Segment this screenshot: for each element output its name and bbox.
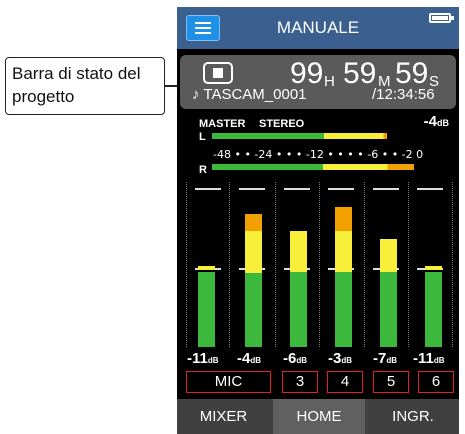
- project-name: ♪ TASCAM_0001: [192, 86, 307, 103]
- meter-tick: [195, 188, 221, 190]
- master-left-meter: [212, 133, 387, 139]
- callout-connector: [165, 85, 177, 87]
- channel-db-6: -11dB: [413, 350, 445, 367]
- hours-unit: H: [324, 73, 335, 90]
- channel-meter-5b: [380, 239, 397, 347]
- meter-grid-line: [229, 182, 231, 347]
- tab-home[interactable]: HOME: [273, 399, 365, 434]
- meter-grid-line: [364, 182, 366, 347]
- channel-meters: [177, 182, 459, 347]
- callout-annotation: Barra di stato del progetto: [5, 57, 165, 115]
- master-right-meter: [212, 164, 414, 170]
- callout-line-1: Barra di stato del: [12, 64, 141, 83]
- meter-grid-line: [275, 182, 277, 347]
- channel-button-mic[interactable]: MIC: [186, 371, 271, 393]
- channel-db-5: -3dB: [328, 350, 353, 367]
- master-mode: STEREO: [259, 118, 305, 130]
- channel-meter-4: [290, 231, 307, 347]
- battery-icon: [429, 13, 454, 23]
- master-left-label: L: [199, 131, 206, 143]
- meter-tick: [284, 188, 310, 190]
- bottom-tab-bar: MIXER HOME INGR.: [177, 399, 459, 434]
- header-bar: MANUALE: [177, 7, 459, 49]
- meter-grid-line: [408, 182, 410, 347]
- meter-tick: [239, 188, 265, 190]
- tab-mixer[interactable]: MIXER: [177, 399, 270, 434]
- meter-grid-line: [186, 182, 188, 347]
- stop-icon: [213, 68, 223, 78]
- meter-grid-line: [452, 182, 454, 347]
- master-label: MASTER: [199, 118, 246, 130]
- channel-button-6[interactable]: 6: [418, 371, 454, 393]
- channel-meter-5: [335, 207, 352, 347]
- master-scale: -48 • • -24 • • • -12 • • • • -6 • • -2 …: [213, 148, 424, 161]
- master-right-label: R: [199, 164, 207, 176]
- meter-grid-line: [319, 182, 321, 347]
- channel-button-3[interactable]: 3: [282, 371, 318, 393]
- channel-meter-6: [425, 266, 442, 347]
- master-level: -4dB: [423, 113, 449, 130]
- meter-tick: [328, 188, 354, 190]
- channel-db-5b: -7dB: [373, 350, 398, 367]
- meter-tick: [373, 188, 399, 190]
- tab-ingr[interactable]: INGR.: [367, 399, 459, 434]
- screen-title: MANUALE: [276, 18, 360, 37]
- channel-db-mic: -11dB: [187, 350, 219, 367]
- channel-button-5[interactable]: 5: [373, 371, 409, 393]
- callout-line-2: progetto: [12, 87, 75, 106]
- channel-button-4[interactable]: 4: [327, 371, 363, 393]
- channel-db-3: -4dB: [237, 350, 262, 367]
- stop-button[interactable]: [203, 62, 233, 84]
- meter-tick: [417, 188, 443, 190]
- channel-db-4: -6dB: [283, 350, 308, 367]
- channel-meter-3: [245, 214, 262, 347]
- channel-meter-mic: [198, 266, 215, 347]
- total-time: /12:34:56: [372, 86, 435, 103]
- device-screen: MANUALE 99 H 59 M 59 S ♪ TASCAM_0001 /12…: [177, 7, 459, 434]
